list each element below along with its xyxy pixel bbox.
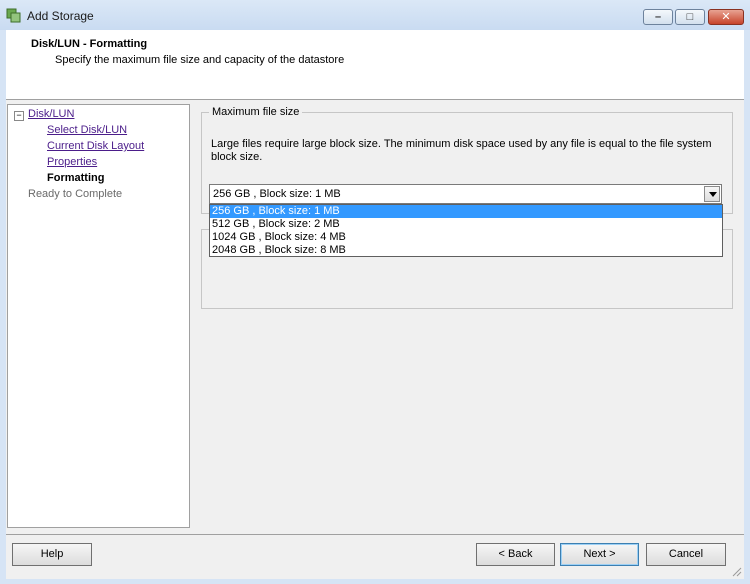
next-button[interactable]: Next >	[560, 543, 639, 566]
option-256gb[interactable]: 256 GB , Block size: 1 MB	[210, 205, 722, 218]
close-icon: ✕	[721, 11, 731, 23]
step-disk-lun[interactable]: Disk/LUN	[28, 108, 74, 120]
vsphere-app-icon	[6, 8, 21, 23]
wizard-header: Disk/LUN - Formatting Specify the maximu…	[6, 30, 744, 100]
wizard-body: − Disk/LUN Select Disk/LUN Current Disk …	[6, 100, 744, 534]
wizard-footer: Help < Back Next > Cancel	[6, 534, 744, 579]
step-select-disk-lun[interactable]: Select Disk/LUN	[47, 124, 127, 136]
back-button[interactable]: < Back	[476, 543, 555, 566]
resize-grip-icon[interactable]	[730, 565, 742, 577]
max-file-size-dropdown-list: 256 GB , Block size: 1 MB 512 GB , Block…	[209, 204, 723, 257]
add-storage-window: Add Storage – □ ✕ Disk/LUN - Formatting …	[0, 0, 750, 584]
minimize-button[interactable]: –	[643, 9, 673, 25]
group-title: Maximum file size	[209, 106, 303, 118]
page-title: Disk/LUN - Formatting	[31, 38, 148, 50]
step-properties[interactable]: Properties	[47, 156, 97, 168]
step-ready-to-complete: Ready to Complete	[28, 188, 123, 200]
formatting-content: Maximum file size Large files require la…	[196, 104, 744, 526]
dialog-client-area: Disk/LUN - Formatting Specify the maximu…	[6, 30, 744, 579]
help-button[interactable]: Help	[12, 543, 92, 566]
step-formatting: Formatting	[47, 172, 105, 184]
option-1024gb[interactable]: 1024 GB , Block size: 4 MB	[210, 231, 722, 244]
minimize-icon: –	[654, 11, 662, 23]
chevron-down-icon[interactable]	[704, 186, 720, 202]
page-subtitle: Specify the maximum file size and capaci…	[55, 54, 345, 66]
selected-value: 256 GB , Block size: 1 MB	[213, 188, 341, 200]
step-current-disk-layout[interactable]: Current Disk Layout	[47, 140, 144, 152]
option-2048gb[interactable]: 2048 GB , Block size: 8 MB	[210, 244, 722, 257]
block-size-description: Large files require large block size. Th…	[211, 138, 712, 163]
option-512gb[interactable]: 512 GB , Block size: 2 MB	[210, 218, 722, 231]
max-file-size-select[interactable]: 256 GB , Block size: 1 MB	[209, 184, 722, 204]
maximize-button[interactable]: □	[675, 9, 705, 25]
window-title: Add Storage	[27, 9, 94, 23]
title-bar[interactable]: Add Storage – □ ✕	[0, 0, 750, 30]
wizard-steps-panel: − Disk/LUN Select Disk/LUN Current Disk …	[7, 104, 190, 528]
maximize-icon: □	[686, 11, 694, 23]
close-button[interactable]: ✕	[708, 9, 744, 25]
cancel-button[interactable]: Cancel	[646, 543, 726, 566]
collapse-icon[interactable]: −	[14, 111, 24, 121]
